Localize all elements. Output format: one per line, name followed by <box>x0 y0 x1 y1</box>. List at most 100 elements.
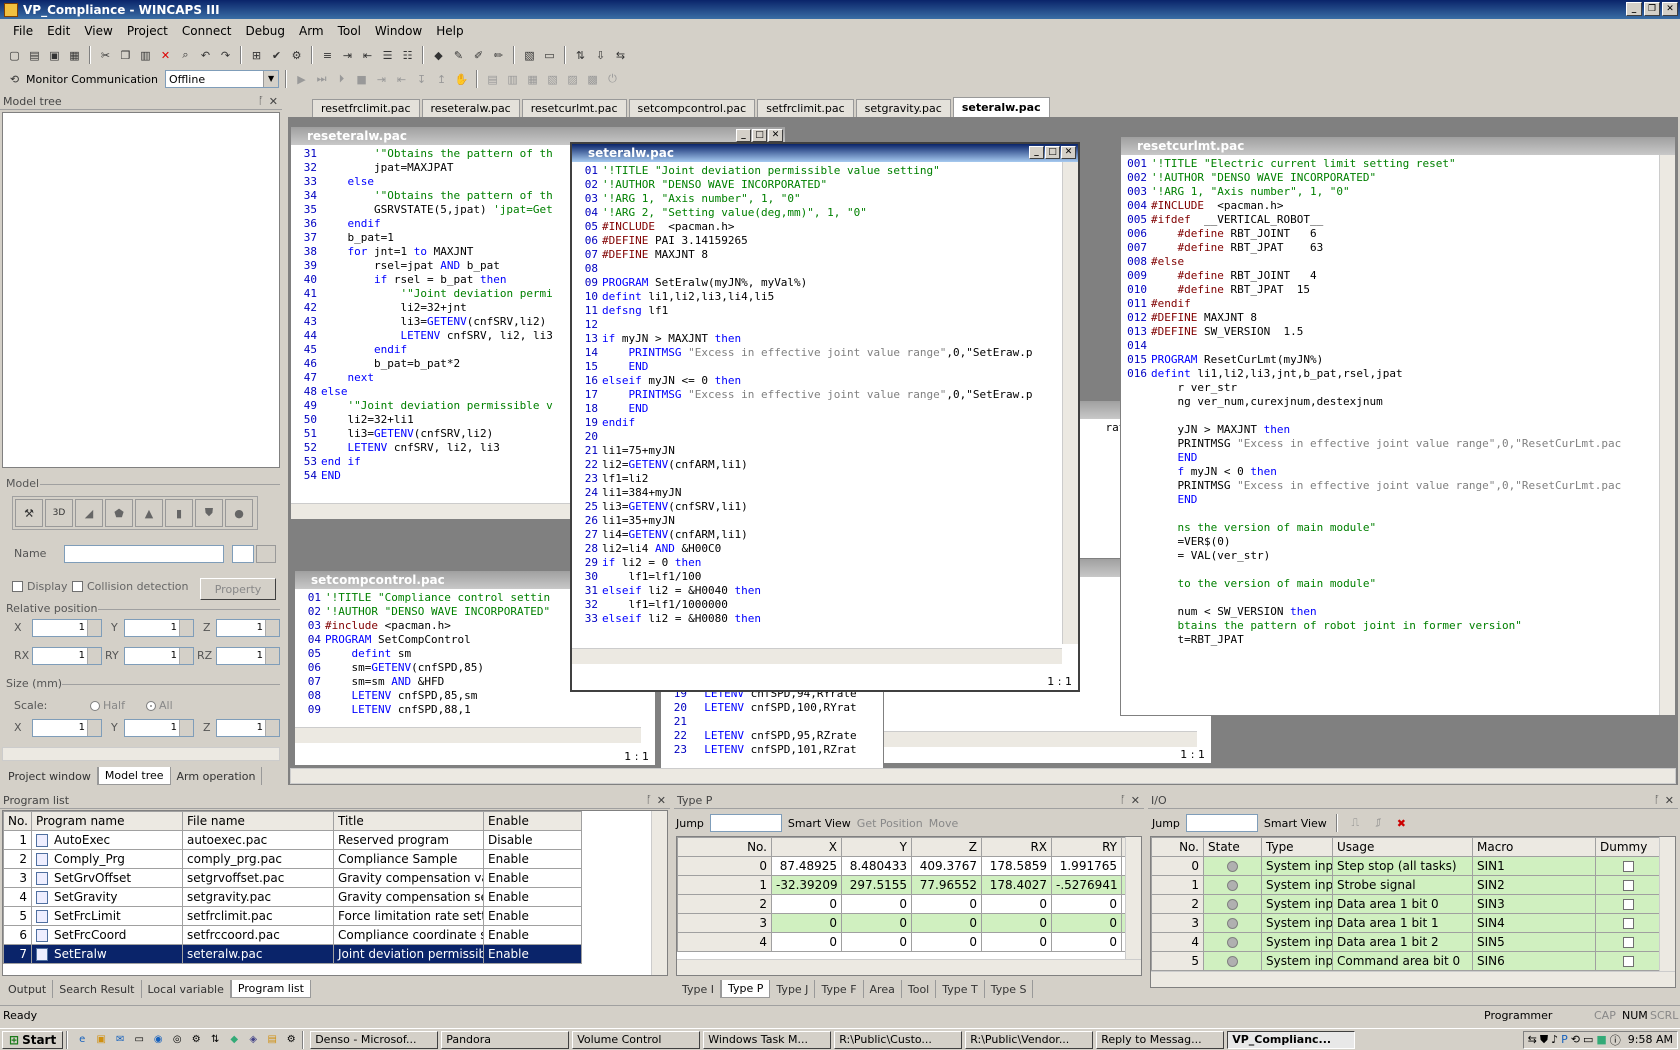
table-cell[interactable]: 0 <box>1051 894 1122 914</box>
seteralw-code[interactable]: 01 '!TITLE "Joint deviation permissible v… <box>572 162 1078 626</box>
menu-edit[interactable]: Edit <box>40 24 77 38</box>
robot-icon[interactable]: ⚒ <box>15 499 43 527</box>
table-cell[interactable]: 0 <box>771 913 842 933</box>
col-file-name[interactable]: File name <box>182 811 334 831</box>
table-cell[interactable]: 0 <box>677 856 772 876</box>
menu-view[interactable]: View <box>77 24 119 38</box>
folder2-quick-icon[interactable]: ▤ <box>264 1032 280 1048</box>
restore-button[interactable]: ❐ <box>1644 2 1660 16</box>
table-cell[interactable]: 178.4027 <box>981 875 1052 895</box>
col-no[interactable]: No. <box>1151 837 1204 857</box>
col-program-name[interactable]: Program name <box>31 811 183 831</box>
col-ry[interactable]: RY <box>1051 837 1122 857</box>
table-cell[interactable]: 8.480433 <box>841 856 912 876</box>
seteralw-vscroll[interactable] <box>1062 162 1078 644</box>
io-smart-view[interactable]: Smart View <box>1264 817 1327 830</box>
typep-get-position[interactable]: Get Position <box>857 817 923 830</box>
table-row[interactable]: 2 System inputData area 1 bit 0SIN3 <box>1151 894 1662 914</box>
dummy-checkbox[interactable] <box>1595 875 1662 895</box>
table-cell[interactable]: 1.991765 <box>1051 856 1122 876</box>
tray-shield-icon[interactable]: ⛊ <box>1540 1033 1548 1047</box>
seteralw-close[interactable]: ✕ <box>1061 146 1076 159</box>
table-cell[interactable]: 0 <box>911 913 982 933</box>
download-icon[interactable]: ⇩ <box>592 47 609 64</box>
table-row[interactable]: 5 System inputCommand area bit 0SIN6 <box>1151 951 1662 971</box>
error-icon[interactable]: ▧ <box>544 71 561 88</box>
tab-type-t[interactable]: Type T <box>936 980 985 998</box>
sphere-shape-icon[interactable]: ● <box>225 499 253 527</box>
io-jump-input[interactable] <box>1185 814 1258 832</box>
col-rx[interactable]: RX <box>981 837 1052 857</box>
build-icon[interactable]: ⚙ <box>288 47 305 64</box>
bookmark-icon[interactable]: ✎ <box>450 47 467 64</box>
pos-z-input[interactable]: 1 <box>216 619 280 637</box>
pin-icon[interactable]: ᚪ <box>1120 795 1126 806</box>
transfer-icon[interactable]: ⇅ <box>572 47 589 64</box>
redo-icon[interactable]: ↷ <box>217 47 234 64</box>
menu-window[interactable]: Window <box>368 24 429 38</box>
cut-icon[interactable]: ✂ <box>97 47 114 64</box>
table-cell[interactable]: 0 <box>981 894 1052 914</box>
compare-icon[interactable]: ⇆ <box>612 47 629 64</box>
dummy-checkbox[interactable] <box>1595 951 1662 971</box>
comment-icon[interactable]: ☰ <box>379 47 396 64</box>
undo-icon[interactable]: ↶ <box>197 47 214 64</box>
step-over-icon[interactable]: ↧ <box>413 71 430 88</box>
table-cell[interactable]: -.5276941 <box>1051 875 1122 895</box>
left-panel-hscroll[interactable] <box>2 747 280 761</box>
media-icon[interactable]: ◉ <box>150 1032 166 1048</box>
dummy-checkbox[interactable] <box>1595 856 1662 876</box>
task-wincaps[interactable]: VP_Complianc... <box>1227 1030 1356 1049</box>
property-button[interactable]: Property <box>200 578 276 600</box>
table-row[interactable]: 3000000 <box>677 913 1141 933</box>
tab-search-result[interactable]: Search Result <box>53 980 142 998</box>
io-clear-icon[interactable]: ✖ <box>1393 815 1410 832</box>
folder-icon[interactable]: ▣ <box>93 1032 109 1048</box>
step-back-icon[interactable]: ⇤ <box>393 71 410 88</box>
tray-sync-icon[interactable]: ⟲ <box>1571 1033 1580 1046</box>
table-cell[interactable]: 4 <box>677 932 772 952</box>
app-quick-icon[interactable]: ◎ <box>169 1032 185 1048</box>
bookmark-next-icon[interactable]: ✐ <box>470 47 487 64</box>
pos-y-input[interactable]: 1 <box>124 619 194 637</box>
table-row[interactable]: 3 SetGrvOffset setgrvoffset.pac Gravity com… <box>3 868 582 888</box>
polygon-shape-icon[interactable]: ⬟ <box>105 499 133 527</box>
col-state[interactable]: State <box>1203 837 1262 857</box>
tab-type-i[interactable]: Type I <box>676 980 722 998</box>
table-row[interactable]: 1 System inputStrobe signalSIN2 <box>1151 875 1662 895</box>
table-cell[interactable]: 77.96552 <box>911 875 982 895</box>
typep-jump-input[interactable] <box>709 814 782 832</box>
tool-quick-icon[interactable]: ◈ <box>245 1032 261 1048</box>
setfrclimit-window[interactable]: 19 LETENV cnfSPD,94,RYrate 20 LETENV cnf… <box>660 680 884 770</box>
menu-project[interactable]: Project <box>120 24 175 38</box>
table-cell[interactable]: 0 <box>841 913 912 933</box>
task-icon[interactable]: ▤ <box>484 71 501 88</box>
tab-reseteralw[interactable]: reseteralw.pac <box>421 99 520 117</box>
pos-x-input[interactable]: 1 <box>32 619 102 637</box>
gear-quick-icon[interactable]: ⚙ <box>283 1032 299 1048</box>
close-icon[interactable]: ✕ <box>657 794 666 807</box>
pos-rz-input[interactable]: 1 <box>216 647 280 665</box>
add-icon[interactable]: ⊞ <box>248 47 265 64</box>
diamond-quick-icon[interactable]: ◆ <box>226 1032 242 1048</box>
stop-icon[interactable]: ■ <box>353 71 370 88</box>
table-cell[interactable]: 0 <box>771 932 842 952</box>
tab-tool[interactable]: Tool <box>902 980 937 998</box>
task-reply-message[interactable]: Reply to Messag... <box>1096 1030 1225 1049</box>
col-x[interactable]: X <box>771 837 842 857</box>
table-cell[interactable]: 409.3767 <box>911 856 982 876</box>
table-cell[interactable]: 0 <box>841 894 912 914</box>
table-cell[interactable]: 0 <box>981 932 1052 952</box>
tray-battery-icon[interactable]: ■ <box>1596 1033 1606 1046</box>
io-on-icon[interactable]: ⎍ <box>1347 815 1364 832</box>
io-off-icon[interactable]: ⎎ <box>1370 815 1387 832</box>
tray-p-icon[interactable]: P <box>1561 1033 1568 1046</box>
settings-quick-icon[interactable]: ⚙ <box>188 1032 204 1048</box>
ie-icon[interactable]: e <box>74 1032 90 1048</box>
menu-help[interactable]: Help <box>429 24 470 38</box>
log-icon[interactable]: ▨ <box>564 71 581 88</box>
dummy-checkbox[interactable] <box>1595 913 1662 933</box>
tab-setgravity[interactable]: setgravity.pac <box>855 99 951 117</box>
table-row[interactable]: 0 System inputStep stop (all tasks)SIN1 <box>1151 856 1662 876</box>
menu-tool[interactable]: Tool <box>331 24 368 38</box>
